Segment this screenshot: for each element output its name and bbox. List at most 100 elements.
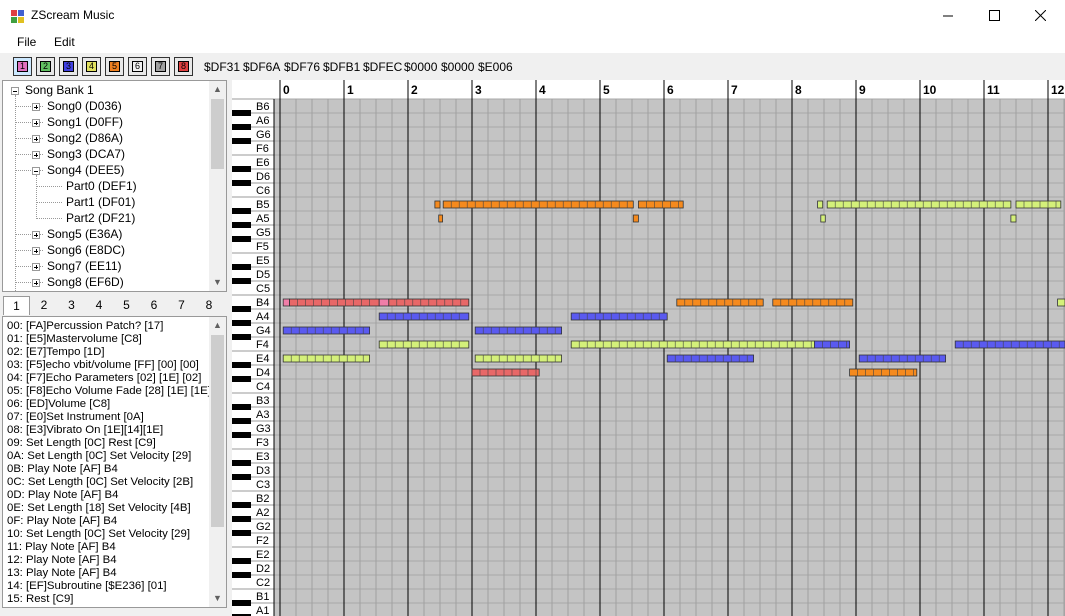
tab-channel-2[interactable]: 2 [31,296,58,315]
piano-roll-canvas[interactable]: 0 1 2 3 4 5 6 7 8 9 10 11 12B6A6G6F6E6D6C6B5A5G5F5E5… [232,80,1065,616]
tab-channel-1[interactable]: 1 [3,296,30,315]
expand-icon[interactable] [32,119,40,127]
channel-7-button[interactable]: 7 [151,57,170,76]
tree-song-item[interactable]: Song3 (DCA7) [47,147,125,162]
command-item[interactable]: 0A: Set Length [0C] Set Velocity [29] [7,450,191,463]
tree-song-item[interactable]: Song2 (D86A) [47,131,123,146]
piano-roll[interactable]: 0 1 2 3 4 5 6 7 8 9 10 11 12 B6 A6 G6 F6 E6 D6 C6 B5 A5 G5 F5 E5… [232,80,1065,616]
command-item[interactable]: 09: Set Length [0C] Rest [C9] [7,437,156,450]
scroll-down-icon[interactable]: ▼ [209,274,226,291]
command-item[interactable]: 11: Play Note [AF] B4 [7,541,116,554]
tree-song-item[interactable]: Song4 (DEE5) [47,163,124,178]
pitch-label: F6 [256,143,269,155]
pitch-row [273,112,1065,128]
note [1015,200,1062,209]
channel-3-button[interactable]: 3 [59,57,78,76]
note [438,214,443,223]
collapse-icon[interactable] [32,167,40,175]
expand-icon[interactable] [32,135,40,143]
pitch-row [273,266,1065,282]
expand-icon[interactable] [32,103,40,111]
command-item[interactable]: 10: Set Length [0C] Set Velocity [29] [7,528,190,541]
command-item[interactable]: 15: Rest [C9] [7,593,73,606]
pitch-row [273,434,1065,450]
tree-song-item[interactable]: Song0 (D036) [47,99,122,114]
pitch-row [273,322,1065,338]
expand-icon[interactable] [32,151,40,159]
maximize-button[interactable] [971,0,1017,31]
command-item[interactable]: 12: Play Note [AF] B4 [7,554,117,567]
pitch-row [273,504,1065,520]
command-item[interactable]: 13: Play Note [AF] B4 [7,567,117,580]
close-button[interactable] [1017,0,1063,31]
close-icon [1034,10,1046,21]
tab-channel-4[interactable]: 4 [86,296,113,315]
scroll-up-icon[interactable]: ▲ [209,317,226,334]
command-item[interactable]: 00: [FA]Percussion Patch? [17] [7,320,163,333]
scroll-down-icon[interactable]: ▼ [209,590,226,607]
command-item[interactable]: 0D: Play Note [AF] B4 [7,489,118,502]
tree-part-item[interactable]: Part0 (DEF1) [66,179,137,194]
expand-icon[interactable] [32,231,40,239]
command-scrollbar[interactable]: ▲ ▼ [209,317,226,607]
command-item[interactable]: 01: [E5]Mastervolume [C8] [7,333,142,346]
tree-song-item[interactable]: Song8 (EF6D) [47,275,124,290]
note [289,298,380,307]
tree-song-item[interactable]: Song1 (D0FF) [47,115,123,130]
black-key [232,502,251,508]
command-item[interactable]: 07: [E0]Set Instrument [0A] [7,411,144,424]
channel-4-button[interactable]: 4 [82,57,101,76]
black-key [232,208,251,214]
tab-channel-7[interactable]: 7 [168,296,195,315]
song-tree[interactable]: Song Bank 1 Song0 (D036) Song1 (D0FF) Song2… [2,80,227,292]
command-item[interactable]: 0F: Play Note [AF] B4 [7,515,117,528]
tree-part-item[interactable]: Part1 (DF01) [66,195,135,210]
channel-1-button[interactable]: 1 [13,57,32,76]
tree-song-item[interactable]: Song5 (E36A) [47,227,122,242]
tree-scrollbar[interactable]: ▲ ▼ [209,81,226,291]
command-item[interactable]: 05: [F8]Echo Volume Fade [28] [1E] [1E] [7,385,211,398]
tree-song-item[interactable]: Song7 (EE11) [47,259,122,274]
minimize-button[interactable] [925,0,971,31]
channel-6-button[interactable]: 6 [128,57,147,76]
channel-2-button[interactable]: 2 [36,57,55,76]
expand-icon[interactable] [32,279,40,287]
tree-scroll-thumb[interactable] [211,99,224,169]
measure-label: 10 [923,83,937,97]
menu-file[interactable]: File [17,35,36,49]
channel-5-button[interactable]: 5 [105,57,124,76]
tab-channel-3[interactable]: 3 [58,296,85,315]
scroll-up-icon[interactable]: ▲ [209,81,226,98]
menu-edit[interactable]: Edit [54,35,75,49]
pitch-row [273,546,1065,562]
expand-icon[interactable] [32,263,40,271]
pitch-row [273,238,1065,254]
command-list[interactable]: 00: [FA]Percussion Patch? [17] 01: [E5]Ma… [2,316,227,608]
command-item[interactable]: 03: [F5]echo vbit/volume [FF] [00] [00] [7,359,199,372]
command-item[interactable]: 14: [EF]Subroutine [$E236] [01] [7,580,167,593]
tab-channel-6[interactable]: 6 [141,296,168,315]
command-scroll-thumb[interactable] [211,335,224,527]
pitch-label: G5 [256,227,271,239]
black-key [232,138,251,144]
channel-icon: 8 [178,61,189,72]
command-item[interactable]: 02: [E7]Tempo [1D] [7,346,105,359]
command-item[interactable]: 06: [ED]Volume [C8] [7,398,110,411]
tree-part-item[interactable]: Part2 (DF21) [66,211,135,226]
expand-icon[interactable] [32,247,40,255]
command-item[interactable]: 04: [F7]Echo Parameters [02] [1E] [02] [7,372,201,385]
tree-song-item[interactable]: Song6 (E8DC) [47,243,125,258]
pitch-label: E2 [256,549,269,561]
command-item[interactable]: 08: [E3]Vibrato On [1E][14][1E] [7,424,163,437]
channel-8-button[interactable]: 8 [174,57,193,76]
collapse-icon[interactable] [11,87,19,95]
command-item[interactable]: 0E: Set Length [18] Set Velocity [4B] [7,502,191,515]
tab-channel-5[interactable]: 5 [113,296,140,315]
window-title: ZScream Music [31,8,115,22]
tab-channel-8[interactable]: 8 [196,296,223,315]
tree-root[interactable]: Song Bank 1 [25,83,94,98]
pitch-row [273,140,1065,156]
command-item[interactable]: 0B: Play Note [AF] B4 [7,463,118,476]
channel-address-label: $DF31 [204,60,241,74]
command-item[interactable]: 0C: Set Length [0C] Set Velocity [2B] [7,476,193,489]
